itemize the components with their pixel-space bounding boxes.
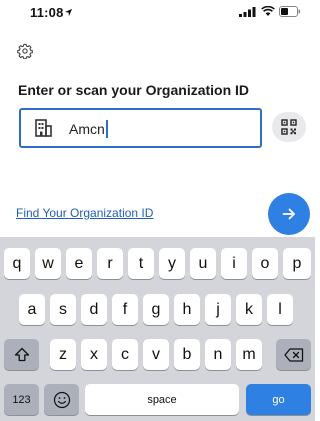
status-bar: 11:08 bbox=[0, 0, 315, 28]
keyboard: q w e r t y u i o p a s d f g h j k l z … bbox=[0, 237, 315, 421]
key-h[interactable]: h bbox=[174, 294, 200, 325]
arrow-right-icon bbox=[282, 208, 295, 220]
key-d[interactable]: d bbox=[81, 294, 107, 325]
key-z[interactable]: z bbox=[50, 339, 76, 370]
key-r[interactable]: r bbox=[97, 248, 123, 279]
backspace-icon bbox=[283, 347, 303, 362]
find-organization-id-link[interactable]: Find Your Organization ID bbox=[16, 206, 153, 220]
key-u[interactable]: u bbox=[190, 248, 216, 279]
emoji-key[interactable] bbox=[44, 384, 79, 415]
page-title: Enter or scan your Organization ID bbox=[18, 82, 250, 98]
key-m[interactable]: m bbox=[236, 339, 262, 370]
key-k[interactable]: k bbox=[236, 294, 262, 325]
key-y[interactable]: y bbox=[159, 248, 185, 279]
settings-button[interactable] bbox=[14, 40, 36, 62]
scan-qr-button[interactable] bbox=[272, 112, 306, 142]
shift-key[interactable] bbox=[4, 339, 39, 370]
qr-code-icon bbox=[281, 119, 297, 135]
building-icon bbox=[35, 119, 52, 137]
wifi-icon bbox=[261, 6, 275, 16]
text-cursor bbox=[105, 120, 108, 138]
input-text: Amcn bbox=[69, 121, 105, 137]
key-x[interactable]: x bbox=[81, 339, 107, 370]
organization-id-input[interactable]: Amcn bbox=[19, 108, 262, 148]
cellular-signal-icon bbox=[239, 7, 256, 17]
battery-icon bbox=[279, 6, 301, 17]
space-key[interactable]: space bbox=[85, 384, 239, 415]
key-i[interactable]: i bbox=[221, 248, 247, 279]
status-time: 11:08 bbox=[30, 5, 64, 20]
key-b[interactable]: b bbox=[174, 339, 200, 370]
key-v[interactable]: v bbox=[143, 339, 169, 370]
emoji-icon bbox=[53, 391, 70, 408]
status-icons bbox=[239, 6, 301, 17]
delete-key[interactable] bbox=[276, 339, 311, 370]
key-e[interactable]: e bbox=[66, 248, 92, 279]
organization-id-value: Amcn bbox=[69, 120, 108, 138]
key-g[interactable]: g bbox=[143, 294, 169, 325]
key-s[interactable]: s bbox=[50, 294, 76, 325]
shift-icon bbox=[14, 347, 29, 362]
location-arrow-icon bbox=[64, 8, 73, 17]
key-q[interactable]: q bbox=[4, 248, 30, 279]
key-n[interactable]: n bbox=[205, 339, 231, 370]
key-j[interactable]: j bbox=[205, 294, 231, 325]
go-key[interactable]: go bbox=[246, 384, 311, 415]
key-l[interactable]: l bbox=[267, 294, 293, 325]
key-o[interactable]: o bbox=[252, 248, 278, 279]
key-p[interactable]: p bbox=[283, 248, 311, 279]
key-a[interactable]: a bbox=[19, 294, 45, 325]
key-t[interactable]: t bbox=[128, 248, 154, 279]
key-f[interactable]: f bbox=[112, 294, 138, 325]
next-button[interactable] bbox=[268, 193, 310, 235]
gear-icon bbox=[17, 43, 33, 59]
key-w[interactable]: w bbox=[35, 248, 61, 279]
numbers-key[interactable]: 123 bbox=[4, 384, 39, 415]
key-c[interactable]: c bbox=[112, 339, 138, 370]
